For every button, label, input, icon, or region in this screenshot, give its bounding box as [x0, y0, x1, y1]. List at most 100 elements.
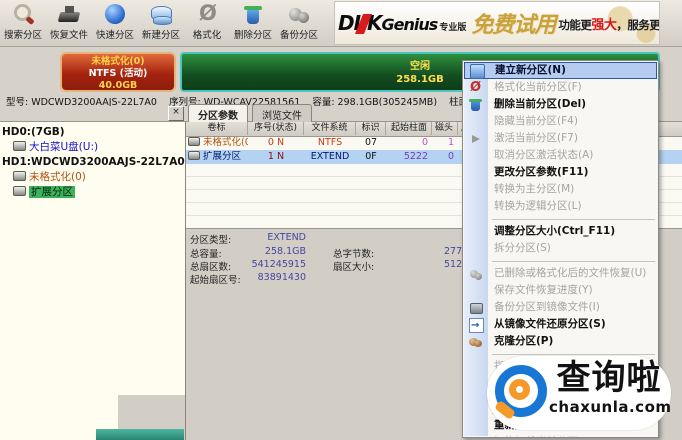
type-value: EXTEND	[267, 232, 306, 243]
context-menu-item[interactable]: 转换为主分区(M)	[463, 181, 658, 198]
toolbar-button-label: 新建分区	[141, 30, 180, 41]
menu-item-icon	[469, 419, 482, 432]
context-menu-item[interactable]: 克隆分区(P)	[463, 333, 658, 350]
toolbar-button[interactable]: 格式化	[184, 0, 230, 46]
menu-item-label: 保存文件恢复进度(Y)	[494, 284, 593, 296]
new-partition-icon2	[149, 2, 173, 26]
menu-backup-icon	[469, 301, 483, 314]
sectors-value: 541245915	[251, 259, 306, 270]
menu-item-icon	[469, 377, 482, 390]
context-menu-item[interactable]: 拆分分区(S)	[463, 240, 658, 257]
context-menu-item[interactable]: 已删除或格式化后的文件恢复(U)	[463, 265, 658, 282]
column-header[interactable]: 序号(状态)	[248, 122, 304, 135]
bytes-label: 总字节数:	[333, 249, 375, 260]
menu-item-icon	[469, 242, 482, 255]
search-partition-icon	[11, 2, 35, 26]
banner-slogan: 功能更强大，服务更贴心	[558, 14, 659, 33]
context-menu-item[interactable]: 从镜像文件还原分区(S)	[463, 316, 658, 333]
free-trial-label: 免费试用	[471, 13, 556, 38]
menu-delete-icon	[469, 98, 482, 111]
context-menu-item[interactable]	[463, 257, 658, 265]
delete-partition-icon	[241, 2, 265, 26]
menu-item-label: 格式化当前分区(F)	[494, 81, 582, 93]
watermark-title: 查询啦	[556, 358, 662, 398]
menu-item-label: 删除当前分区(Del)	[494, 98, 587, 110]
tree-item[interactable]: 大白菜U盘(U:)	[0, 140, 185, 155]
menu-item-label: 备份分区到镜像文件(I)	[494, 301, 600, 313]
sidebar-close-button[interactable]: ×	[168, 106, 184, 121]
magnifier-logo-icon	[493, 365, 549, 421]
menu-item-icon	[469, 284, 482, 297]
toolbar-button-label: 格式化	[192, 30, 222, 41]
watermark-url: chaxunla.com	[549, 398, 672, 416]
tree-item[interactable]: HD0:(7GB)	[0, 125, 185, 140]
context-menu-item[interactable]: 保存文件恢复进度(Y)	[463, 282, 658, 299]
column-header[interactable]: 文件系统	[304, 122, 356, 135]
column-header[interactable]: 卷标	[186, 122, 248, 135]
menu-item-label: 转换为逻辑分区(L)	[494, 200, 582, 212]
capacity-value: 258.1GB	[264, 246, 306, 257]
diskgenius-logo: DI KGenius	[338, 11, 438, 35]
menu-restore-icon	[469, 317, 484, 333]
toolbar-button[interactable]: 备份分区	[276, 0, 322, 46]
context-menu-item[interactable]: 格式化当前分区(F)	[463, 79, 658, 96]
recover-files-icon	[57, 2, 81, 26]
context-menu-item[interactable]: 取消分区激活状态(A)	[463, 147, 658, 164]
menu-format-icon	[469, 79, 482, 96]
menu-new-partition-icon	[470, 64, 485, 79]
tree-item-label: 大白菜U盘(U:)	[29, 141, 99, 153]
context-menu-item[interactable]: 删除当前分区(Del)	[463, 96, 658, 113]
menu-item-icon	[469, 394, 482, 407]
quick-partition-icon	[103, 2, 127, 26]
status-fragment	[96, 429, 184, 440]
menu-recover-icon	[469, 267, 482, 280]
menu-item-icon	[469, 149, 482, 162]
tree-item-label: HD0:(7GB)	[2, 126, 65, 138]
tab[interactable]: 浏览文件	[252, 104, 312, 122]
tree-item[interactable]: 扩展分区	[0, 185, 185, 200]
tree-item-label: HD1:WDCWD3200AAJS-22L7A0(	[2, 156, 185, 168]
context-menu-item[interactable]: 隐藏当前分区(F4)	[463, 113, 658, 130]
capacity-label: 总容量:	[190, 249, 222, 260]
tree-item[interactable]: HD1:WDCWD3200AAJS-22L7A0(	[0, 155, 185, 170]
menu-item-label: 拆分分区(S)	[494, 242, 551, 254]
diskgenius-ad-banner[interactable]: DIKGenius 专业版 免费试用 功能更强大，服务更贴心	[334, 1, 660, 45]
start-sector-value: 83891430	[257, 272, 306, 283]
toolbar-button-label: 搜索分区	[3, 30, 42, 41]
toolbar-button-label: 快速分区	[95, 30, 134, 41]
menu-item-label: 激活当前分区(F7)	[494, 132, 578, 144]
menu-item-label: 调整分区大小(Ctrl_F11)	[494, 225, 616, 237]
tree-item-label: 未格式化(0)	[29, 171, 86, 183]
tab[interactable]: 分区参数	[188, 104, 248, 122]
menu-activate-icon	[469, 132, 482, 145]
column-header[interactable]: 起始柱面	[386, 122, 432, 135]
menu-item-icon	[469, 200, 482, 213]
slogan-part: 强大	[591, 17, 617, 33]
context-menu-item[interactable]: 激活当前分区(F7)	[463, 130, 658, 147]
diskgenius-window: 搜索分区 恢复文件 快速分区 新建分区 格式化 删除分区 备份分区 D	[0, 0, 682, 440]
context-menu-item[interactable]: 更改分区参数(F11)	[463, 164, 658, 181]
toolbar-button[interactable]: 恢复文件	[46, 0, 92, 46]
context-menu-item[interactable]: 调整分区大小(Ctrl_F11)	[463, 223, 658, 240]
usb-disk-icon	[13, 141, 26, 151]
tree-item[interactable]: 未格式化(0)	[0, 170, 185, 185]
toolbar-button[interactable]: 新建分区	[138, 0, 184, 46]
context-menu-item[interactable]: 建立新分区(N)	[464, 62, 657, 79]
column-header[interactable]: 磁头	[432, 122, 458, 135]
context-menu-item[interactable]	[463, 215, 658, 223]
menu-item-label: 转换为主分区(M)	[494, 183, 575, 195]
toolbar-button[interactable]: 快速分区	[92, 0, 138, 46]
partition-block-unformatted[interactable]: 未格式化(0) NTFS (活动) 40.0GB	[60, 52, 176, 92]
menu-item-label: 智能加载当前分区(I)	[494, 436, 589, 437]
context-menu-item[interactable]: 备份分区到镜像文件(I)	[463, 299, 658, 316]
toolbar-button[interactable]: 删除分区	[230, 0, 276, 46]
menu-item-label: 建立新分区(N)	[495, 64, 566, 76]
context-menu-item[interactable]: 智能加载当前分区(I)	[463, 434, 658, 437]
sector-size-label: 扇区大小:	[333, 262, 375, 273]
edition-label: 专业版	[439, 22, 467, 33]
context-menu-item[interactable]: 转换为逻辑分区(L)	[463, 198, 658, 215]
column-header[interactable]: 标识	[356, 122, 386, 135]
toolbar-button[interactable]: 搜索分区	[0, 0, 46, 46]
chaxunla-watermark: 查询啦 chaxunla.com	[487, 356, 671, 430]
menu-item-icon	[469, 166, 482, 179]
